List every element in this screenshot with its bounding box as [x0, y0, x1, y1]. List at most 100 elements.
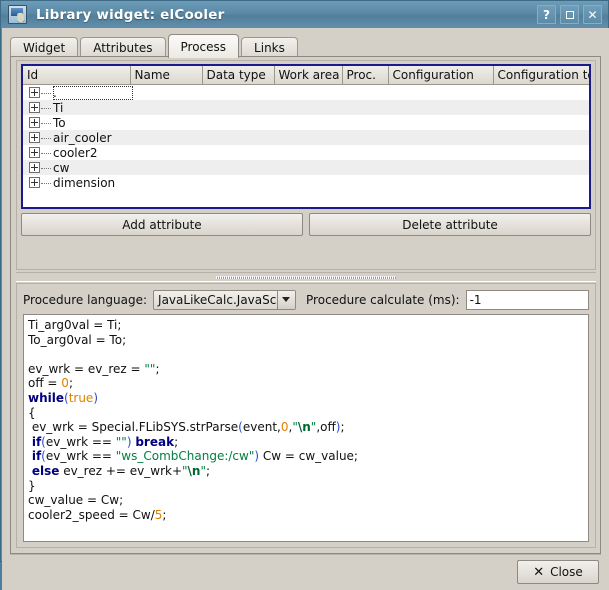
cell-id[interactable]: cooler2 [23, 145, 130, 160]
cell-data-type[interactable] [202, 115, 274, 130]
table-row[interactable]: cooler2 [23, 145, 589, 160]
cell-name[interactable] [130, 175, 202, 190]
cell-configuration-tem[interactable] [493, 85, 589, 101]
column-header-work-area[interactable]: Work area [274, 66, 342, 85]
table-row[interactable]: dimension [23, 175, 589, 190]
chevron-down-icon[interactable] [277, 291, 295, 309]
attributes-table: IdNameData typeWork areaProc.Configurati… [23, 66, 590, 190]
cell-data-type[interactable] [202, 175, 274, 190]
column-header-configuration-tem[interactable]: Configuration tem [493, 66, 589, 85]
row-id-label: cw [53, 161, 69, 175]
delete-attribute-button[interactable]: Delete attribute [309, 213, 591, 236]
expand-plus-icon[interactable] [29, 162, 40, 173]
cell-configuration[interactable] [388, 100, 493, 115]
cell-configuration[interactable] [388, 160, 493, 175]
cell-name[interactable] [130, 85, 202, 101]
tab-process[interactable]: Process [168, 34, 240, 58]
help-button[interactable]: ? [537, 5, 556, 24]
code-token: \n [188, 464, 201, 478]
cell-configuration-tem[interactable] [493, 100, 589, 115]
cell-configuration[interactable] [388, 130, 493, 145]
cell-work-area[interactable] [274, 115, 342, 130]
cell-proc[interactable] [342, 160, 388, 175]
cell-configuration[interactable] [388, 175, 493, 190]
procedure-calculate-input[interactable]: -1 [466, 290, 589, 310]
procedure-code-editor[interactable]: Ti_arg0val = Ti;To_arg0val = To; ev_wrk … [23, 314, 589, 542]
cell-id[interactable]: dimension [23, 175, 130, 190]
cell-data-type[interactable] [202, 160, 274, 175]
title-bar[interactable]: Library widget: elCooler ? ✕ [1, 1, 608, 28]
cell-data-type[interactable] [202, 100, 274, 115]
cell-configuration-tem[interactable] [493, 175, 589, 190]
cell-configuration[interactable] [388, 85, 493, 101]
cell-id[interactable]: . [23, 85, 130, 101]
table-row[interactable]: Ti [23, 100, 589, 115]
cell-proc[interactable] [342, 175, 388, 190]
code-token: "ws_CombChange:/cw" [116, 449, 255, 463]
code-token: ev_wrk = ev_rez = [28, 362, 144, 376]
cell-name[interactable] [130, 100, 202, 115]
cell-name[interactable] [130, 145, 202, 160]
code-line: else ev_rez += ev_wrk+"\n"; [28, 464, 588, 479]
column-header-configuration[interactable]: Configuration [388, 66, 493, 85]
expand-plus-icon[interactable] [29, 102, 40, 113]
attributes-table-container[interactable]: IdNameData typeWork areaProc.Configurati… [21, 64, 591, 209]
expand-plus-icon[interactable] [29, 117, 40, 128]
cell-proc[interactable] [342, 145, 388, 160]
cell-data-type[interactable] [202, 130, 274, 145]
cell-work-area[interactable] [274, 130, 342, 145]
close-dialog-button[interactable]: ✕ Close [517, 560, 599, 584]
cell-proc[interactable] [342, 100, 388, 115]
code-token: Ti_arg0val = Ti; [28, 318, 121, 332]
cell-name[interactable] [130, 130, 202, 145]
cell-data-type[interactable] [202, 145, 274, 160]
column-header-name[interactable]: Name [130, 66, 202, 85]
expand-plus-icon[interactable] [29, 177, 40, 188]
procedure-language-select[interactable]: JavaLikeCalc.JavaScr [153, 290, 296, 310]
code-line: { [28, 406, 588, 421]
cell-work-area[interactable] [274, 85, 342, 101]
code-token: cooler2_speed = Cw/ [28, 508, 155, 522]
table-row[interactable]: cw [23, 160, 589, 175]
tab-attributes[interactable]: Attributes [80, 37, 165, 57]
maximize-button[interactable] [560, 5, 579, 24]
cell-configuration-tem[interactable] [493, 130, 589, 145]
cell-proc[interactable] [342, 85, 388, 101]
tab-widget[interactable]: Widget [10, 37, 78, 57]
cell-id[interactable]: Ti [23, 100, 130, 115]
cell-proc[interactable] [342, 115, 388, 130]
cell-work-area[interactable] [274, 175, 342, 190]
table-row[interactable]: air_cooler [23, 130, 589, 145]
cell-id[interactable]: To [23, 115, 130, 130]
cell-proc[interactable] [342, 130, 388, 145]
procedure-calculate-label: Procedure calculate (ms): [306, 293, 460, 307]
add-attribute-button[interactable]: Add attribute [21, 213, 303, 236]
cell-work-area[interactable] [274, 100, 342, 115]
cell-id[interactable]: cw [23, 160, 130, 175]
column-header-id[interactable]: Id [23, 66, 130, 85]
cell-name[interactable] [130, 115, 202, 130]
table-row[interactable]: . [23, 85, 589, 101]
expand-plus-icon[interactable] [29, 132, 40, 143]
tab-links[interactable]: Links [241, 37, 298, 57]
cell-configuration-tem[interactable] [493, 160, 589, 175]
cell-configuration[interactable] [388, 115, 493, 130]
cell-configuration-tem[interactable] [493, 115, 589, 130]
cell-id[interactable]: air_cooler [23, 130, 130, 145]
splitter-handle[interactable] [16, 273, 596, 281]
column-header-data-type[interactable]: Data type [202, 66, 274, 85]
cell-name[interactable] [130, 160, 202, 175]
cell-work-area[interactable] [274, 145, 342, 160]
expand-plus-icon[interactable] [29, 147, 40, 158]
cell-data-type[interactable] [202, 85, 274, 101]
expand-plus-icon[interactable] [29, 87, 40, 98]
column-header-proc-[interactable]: Proc. [342, 66, 388, 85]
tree-connector [41, 167, 51, 169]
attribute-actions: Add attribute Delete attribute [21, 213, 591, 236]
cell-work-area[interactable] [274, 160, 342, 175]
table-row[interactable]: To [23, 115, 589, 130]
cell-configuration-tem[interactable] [493, 145, 589, 160]
code-token: ; [69, 376, 73, 390]
close-button[interactable]: ✕ [583, 5, 602, 24]
cell-configuration[interactable] [388, 145, 493, 160]
